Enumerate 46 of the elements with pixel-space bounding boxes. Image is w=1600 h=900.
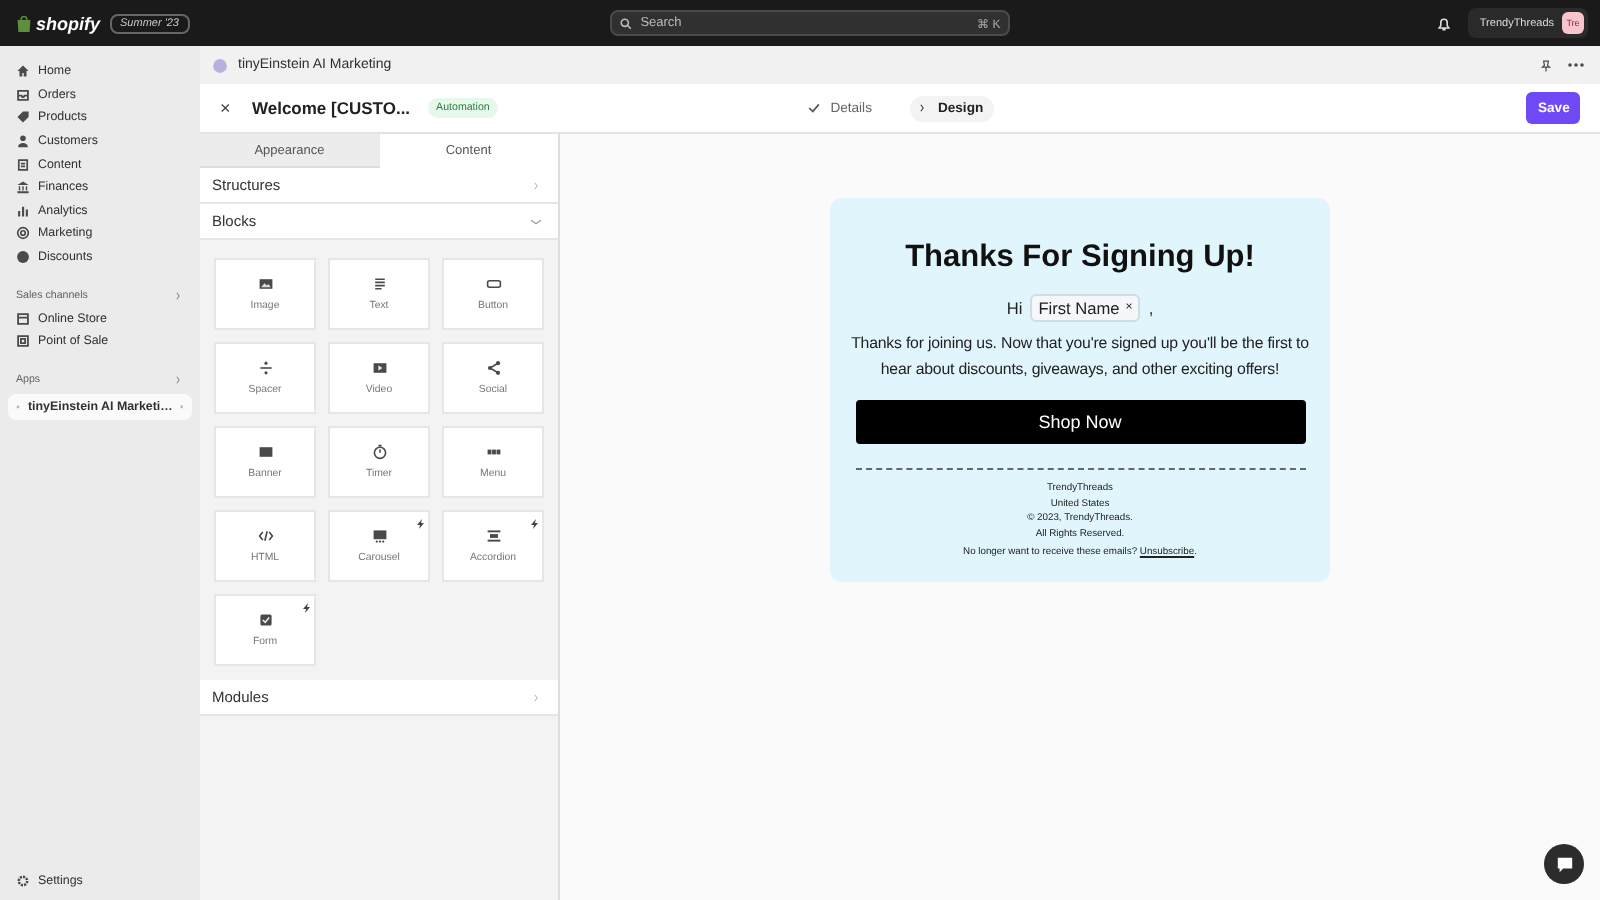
app-logo-icon xyxy=(212,57,228,73)
video-icon xyxy=(371,360,387,376)
chat-icon xyxy=(1555,855,1573,873)
close-button[interactable]: × xyxy=(220,98,240,118)
inbox-icon xyxy=(16,87,30,102)
menu-bar-icon xyxy=(485,444,501,460)
pos-icon xyxy=(16,334,30,349)
search-icon xyxy=(620,17,633,29)
store-icon xyxy=(16,311,30,326)
timer-icon xyxy=(371,444,387,460)
home-icon xyxy=(16,64,30,79)
chevron-right-icon xyxy=(534,691,542,703)
greeting-text: Hi xyxy=(1006,298,1023,318)
image-icon xyxy=(257,276,273,292)
carousel-icon xyxy=(371,528,387,544)
comma-text: , xyxy=(1148,298,1154,318)
text-lines-icon xyxy=(371,276,387,292)
list-icon xyxy=(485,528,501,544)
code-icon xyxy=(257,528,273,544)
more-icon[interactable] xyxy=(1568,62,1584,68)
button-shape-icon xyxy=(485,276,501,292)
form-icon xyxy=(257,612,273,628)
person-icon xyxy=(16,134,30,149)
shopping-bag-icon xyxy=(16,13,32,33)
email-title: Welcome [CUSTO... xyxy=(252,98,411,118)
pin-icon[interactable] xyxy=(1540,57,1552,73)
chevron-right-icon xyxy=(534,179,542,191)
lightning-icon xyxy=(416,516,426,532)
chevron-down-icon xyxy=(530,217,542,225)
shopify-logo[interactable]: shopify xyxy=(36,13,101,33)
chevron-right-icon xyxy=(919,102,928,114)
chevron-right-icon xyxy=(176,289,184,302)
banner-icon xyxy=(257,444,273,460)
document-icon xyxy=(16,157,30,172)
share-icon xyxy=(485,360,501,376)
divide-icon xyxy=(257,360,273,376)
target-icon xyxy=(16,226,30,241)
bank-icon xyxy=(16,180,30,195)
bar-chart-icon xyxy=(16,203,30,218)
checkmark-icon xyxy=(808,102,821,114)
chevron-right-icon xyxy=(176,374,184,387)
email-heading: Thanks For Signing Up! xyxy=(905,240,1255,276)
tag-icon xyxy=(16,110,30,125)
lightning-icon xyxy=(530,516,540,532)
lightning-icon xyxy=(302,600,312,616)
shop-now-button[interactable]: Shop Now xyxy=(855,400,1305,444)
